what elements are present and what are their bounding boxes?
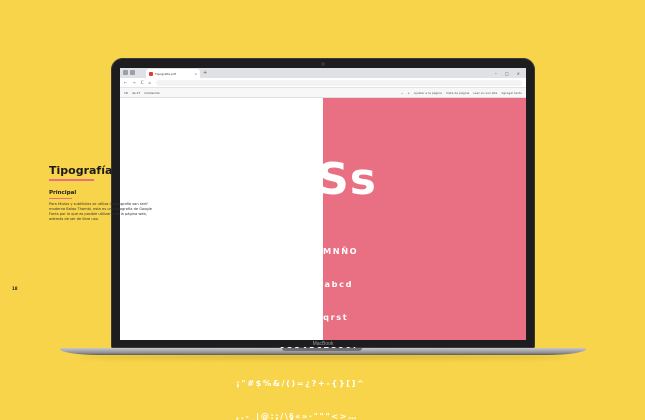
tab-list-icon[interactable] bbox=[130, 70, 135, 75]
page-heading: Tipografía bbox=[49, 164, 113, 177]
subheading-underline bbox=[49, 198, 72, 199]
zoom-in-button[interactable]: + bbox=[407, 91, 410, 95]
new-tab-button[interactable]: + bbox=[203, 70, 207, 76]
url-field[interactable] bbox=[156, 79, 522, 86]
close-icon[interactable]: × bbox=[517, 71, 520, 76]
home-icon[interactable]: ⌂ bbox=[149, 80, 152, 85]
heading-underline bbox=[49, 179, 94, 181]
glyph-line: ¡"#$%&/()=¿?+-{}[]^ bbox=[236, 378, 366, 388]
window-controls: – □ × bbox=[495, 71, 526, 76]
laptop-brand: MacBook bbox=[312, 341, 334, 347]
page-total: de 27 bbox=[131, 90, 141, 95]
forward-icon[interactable]: → bbox=[132, 80, 135, 85]
minimize-icon[interactable]: – bbox=[495, 71, 497, 76]
refresh-icon[interactable]: C bbox=[141, 80, 144, 85]
glyph-line: PQRSTUVWXYZabcd bbox=[236, 279, 354, 289]
read-aloud-button[interactable]: Leer en voz alta bbox=[473, 91, 497, 95]
tab-title: Tipografía.pdf bbox=[155, 71, 176, 76]
webcam bbox=[321, 62, 325, 66]
glyph-line: ABCDEFGHIJKLMNÑO bbox=[236, 246, 359, 256]
browser-tab[interactable]: Tipografía.pdf × bbox=[146, 69, 200, 78]
font-sample: Pp Ss bbox=[235, 154, 377, 205]
glyph-line: efghijklmnñopqrst bbox=[236, 312, 349, 322]
contents-button[interactable]: Contenido bbox=[144, 91, 159, 95]
pdf-toolbar: 18 de 27 Contenido − + Ajustar a la pági… bbox=[120, 88, 526, 98]
address-bar: ← → C ⌂ bbox=[120, 78, 526, 88]
glyph-line: ,.-_|@:;/\§«»·"""<>… bbox=[236, 411, 358, 420]
page-view-button[interactable]: Vista de página bbox=[446, 91, 469, 95]
font-name: Baloo Thambi bbox=[236, 139, 290, 147]
maximize-icon[interactable]: □ bbox=[505, 71, 509, 76]
laptop-shadow bbox=[80, 355, 566, 359]
section-subheading: Principal bbox=[49, 190, 77, 196]
tab-actions bbox=[123, 70, 135, 75]
pdf-icon bbox=[149, 71, 153, 76]
close-tab-icon[interactable]: × bbox=[194, 72, 197, 76]
fit-page-button[interactable]: Ajustar a la página bbox=[414, 91, 442, 95]
laptop-notch bbox=[282, 348, 362, 351]
back-icon[interactable]: ← bbox=[124, 80, 127, 85]
glyph-set: ABCDEFGHIJKLMNÑO PQRSTUVWXYZabcd efghijk… bbox=[236, 224, 401, 420]
page-number-input[interactable]: 18 bbox=[124, 91, 128, 95]
add-text-button[interactable]: Agregar texto bbox=[501, 91, 522, 95]
page-number: 18 bbox=[12, 286, 18, 291]
browser-tab-bar: Tipografía.pdf × + – □ × bbox=[120, 68, 526, 78]
zoom-out-button[interactable]: − bbox=[401, 91, 404, 95]
body-paragraph: Para títulos y subtítulos se utiliza la … bbox=[49, 202, 152, 221]
workspaces-icon[interactable] bbox=[123, 70, 128, 75]
